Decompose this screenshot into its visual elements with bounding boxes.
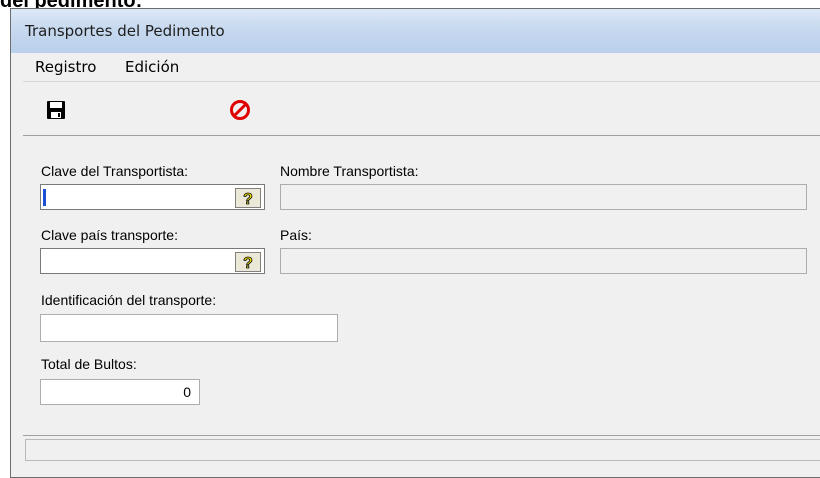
label-clave-transportista: Clave del Transportista: [41,163,189,179]
help-glyph: ? [243,255,253,270]
help-button-pais[interactable]: ? [235,252,261,272]
label-clave-pais: Clave país transporte: [41,227,178,243]
question-mark-icon: ? [243,255,254,270]
form-area: Clave del Transportista: Nombre Transpor… [23,137,820,435]
toolbar [23,83,820,136]
menu-bar: Registro Edición [23,53,820,82]
status-panel [25,439,820,461]
title-bar[interactable]: Transportes del Pedimento [11,9,820,53]
pais-field [280,248,807,274]
question-mark-icon: ? [243,191,254,206]
identificacion-input[interactable] [40,314,338,342]
nombre-transportista-field [280,184,807,210]
no-entry-icon [230,100,250,120]
total-bultos-value: 0 [183,384,191,400]
clave-transportista-input[interactable]: ? [40,184,265,210]
window-title: Transportes del Pedimento [25,22,225,40]
help-button-transportista[interactable]: ? [235,188,261,208]
label-nombre-transportista: Nombre Transportista: [280,163,419,179]
floppy-disk-icon [47,101,65,119]
text-caret [43,189,46,206]
clave-pais-input[interactable]: ? [40,248,265,274]
label-identificacion: Identificación del transporte: [41,292,217,308]
menu-item-edicion[interactable]: Edición [125,58,179,76]
label-pais: País: [280,227,312,243]
dialog-window: Transportes del Pedimento Registro Edici… [10,8,820,478]
menu-item-registro[interactable]: Registro [35,58,96,76]
total-bultos-input[interactable]: 0 [40,379,200,405]
save-button[interactable] [41,95,71,125]
help-glyph: ? [243,191,253,206]
status-bar [23,435,820,464]
cancel-button[interactable] [225,95,255,125]
label-total-bultos: Total de Bultos: [41,356,137,372]
